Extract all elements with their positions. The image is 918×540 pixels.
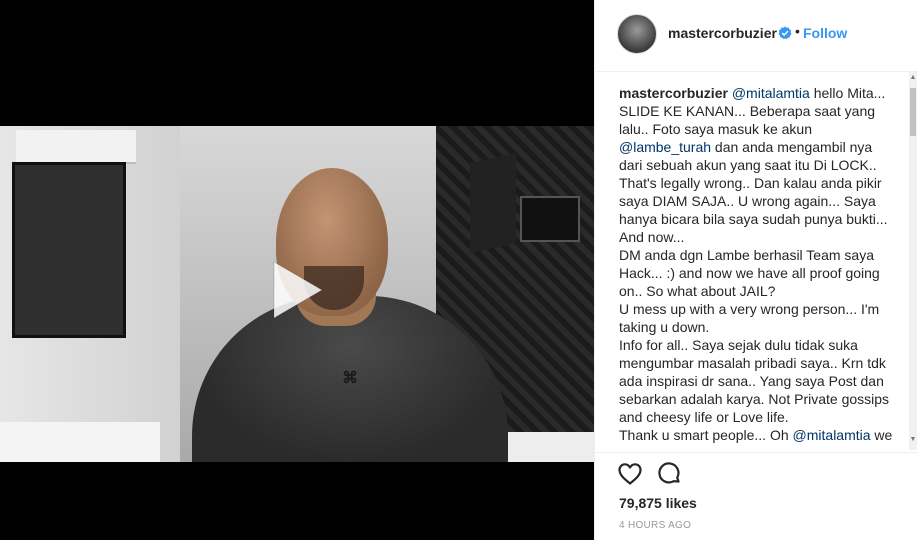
caption-line: @lambe_turah dan anda mengambil nya: [619, 138, 897, 156]
caption-line: mengumbar masalah pribadi saya.. Krn tdk: [619, 355, 886, 371]
follow-button[interactable]: Follow: [803, 25, 847, 41]
post-media[interactable]: ⌘: [0, 0, 594, 540]
scroll-down-icon[interactable]: ▼: [909, 436, 917, 446]
caption-scrollbar[interactable]: ▲ ▼: [909, 72, 917, 450]
post-actions: 79,875 likes 4 HOURS AGO: [595, 452, 918, 540]
caption-line: Thank u smart people... Oh @mitalamtia w…: [619, 426, 897, 444]
caption-line: hanya bicara bila saya sudah punya bukti…: [619, 211, 888, 227]
avatar[interactable]: [617, 14, 657, 54]
post-timestamp[interactable]: 4 HOURS AGO: [619, 520, 691, 531]
caption-line: That's legally wrong.. Dan kalau anda pi…: [619, 175, 882, 191]
caption-mention[interactable]: @mitalamtia: [732, 85, 810, 101]
desk-right: [508, 432, 594, 462]
post-sidebar: mastercorbuzier • Follow mastercorbuzier…: [594, 0, 918, 540]
caption-text: we: [870, 427, 893, 443]
caption-line: on.. So what about JAIL?: [619, 283, 776, 299]
caption-author[interactable]: mastercorbuzier: [619, 85, 728, 101]
caption-line: SLIDE KE KANAN... Beberapa saat yang: [619, 103, 876, 119]
caption-line: lalu.. Foto saya masuk ke akun: [619, 121, 812, 137]
caption-line: and cheesy life or Love life.: [619, 409, 789, 425]
comment-icon[interactable]: [657, 461, 683, 487]
studio-softbox: [470, 153, 516, 253]
heart-icon[interactable]: [617, 461, 643, 487]
caption-line: Info for all.. Saya sejak dulu tidak suk…: [619, 337, 858, 353]
header-username[interactable]: mastercorbuzier: [668, 25, 777, 41]
wall-shelf: [16, 130, 136, 164]
caption-text: hello Mita...: [809, 85, 886, 101]
caption-line: Hack... :) and now we have all proof goi…: [619, 265, 880, 281]
verified-badge-icon: [778, 26, 792, 40]
shirt-logo: ⌘: [342, 370, 358, 387]
caption: mastercorbuzier @mitalamtia hello Mita..…: [619, 84, 897, 448]
caption-text: dan anda mengambil nya: [711, 139, 873, 155]
caption-line: sebarkan adalah karya. Not Private gossi…: [619, 391, 890, 407]
likes-count[interactable]: 79,875 likes: [619, 495, 697, 511]
caption-line: mastercorbuzier @mitalamtia hello Mita..…: [619, 84, 897, 102]
video-frame[interactable]: ⌘: [0, 126, 594, 462]
caption-mention[interactable]: @lambe_turah: [619, 139, 711, 155]
caption-line: dari sebuah akun yang saat itu Di LOCK..: [619, 157, 877, 173]
play-icon[interactable]: [264, 258, 328, 322]
header-separator: •: [795, 23, 800, 39]
scrollbar-thumb[interactable]: [910, 88, 916, 136]
caption-mention[interactable]: @mitalamtia: [793, 427, 871, 443]
wall-tv: [12, 162, 126, 338]
scroll-up-icon[interactable]: ▲: [909, 74, 917, 84]
caption-line: ada inspirasi dr sana.. Yang saya Post d…: [619, 373, 884, 389]
desk-left: [0, 422, 160, 462]
caption-text: Thank u smart people... Oh: [619, 427, 793, 443]
post-header: mastercorbuzier • Follow: [595, 0, 918, 72]
caption-line: saya DIAM SAJA.. U wrong again... Saya: [619, 193, 876, 209]
caption-line: DM anda dgn Lambe berhasil Team saya: [619, 247, 875, 263]
caption-line: U mess up with a very wrong person... I'…: [619, 301, 880, 317]
caption-line: taking u down.: [619, 319, 710, 335]
studio-light-panel: [520, 196, 580, 242]
caption-line: And now...: [619, 229, 685, 245]
